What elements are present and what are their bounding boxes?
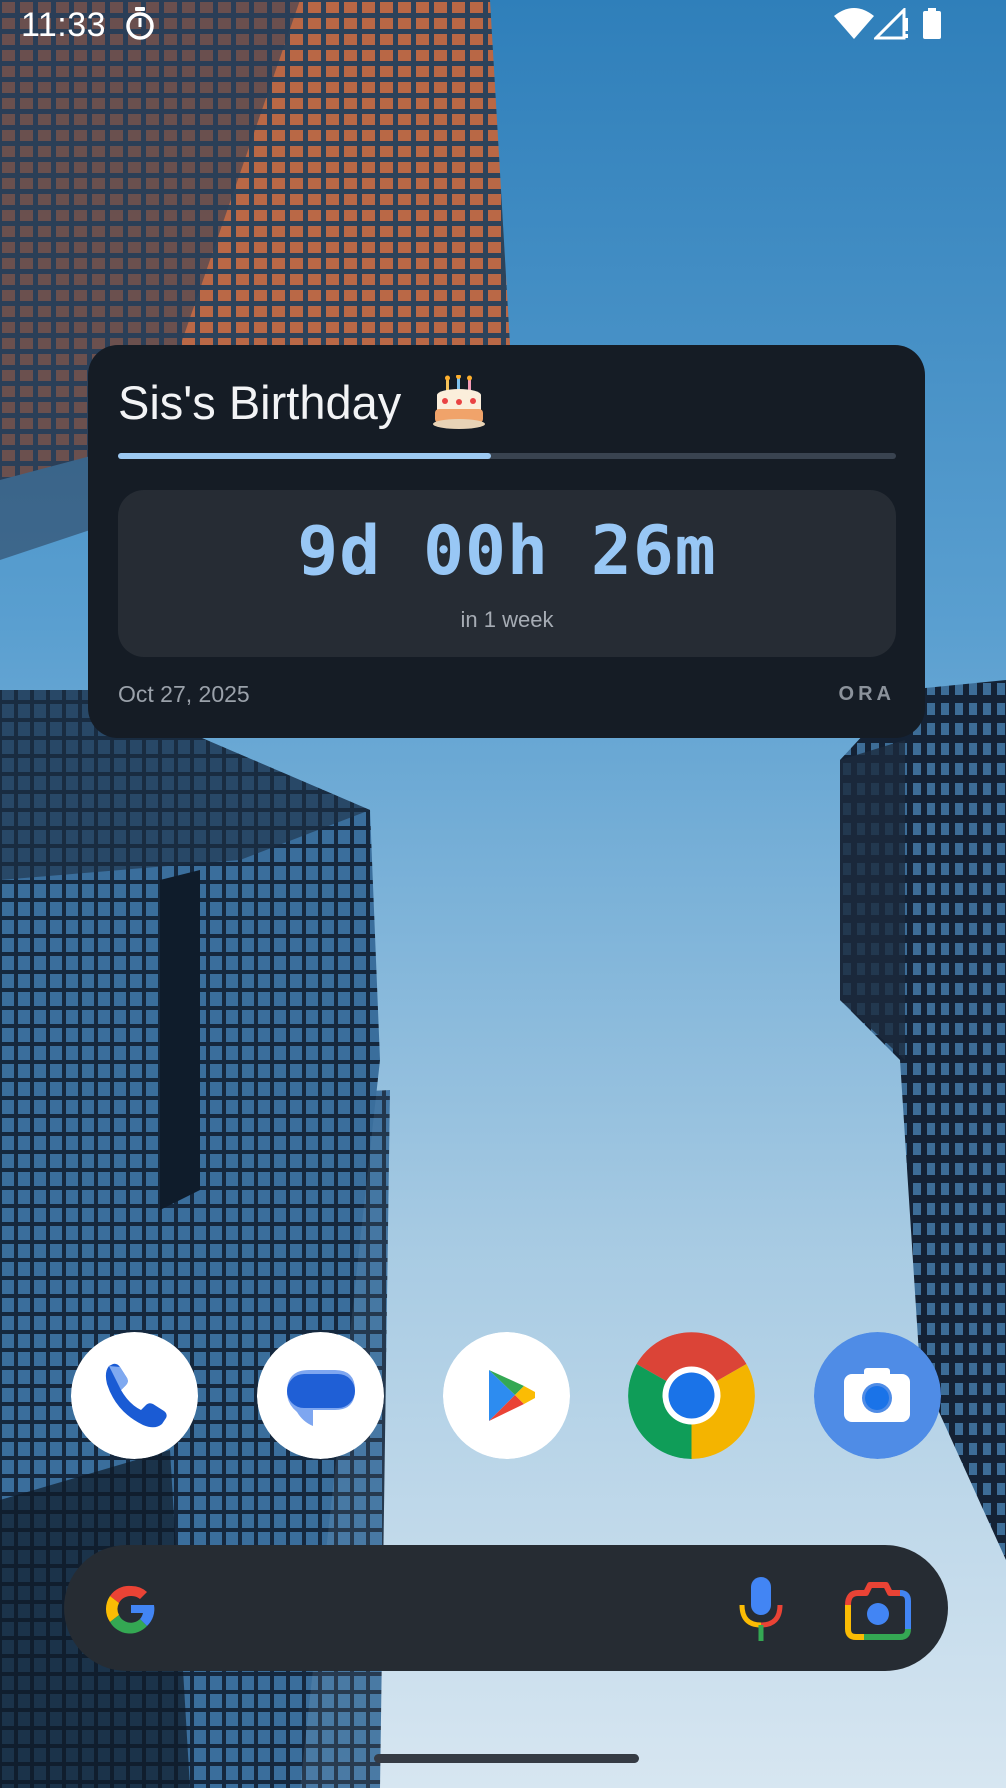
- countdown-value: 9d 00h 26m: [297, 512, 717, 591]
- google-g-icon[interactable]: [102, 1580, 160, 1638]
- camera-app[interactable]: [814, 1332, 941, 1459]
- timer-icon: [126, 7, 154, 40]
- phone-app[interactable]: [71, 1332, 198, 1459]
- widget-title: Sis's Birthday: [118, 376, 402, 429]
- countdown-panel: 9d 00h 26m in 1 week: [118, 490, 896, 657]
- wallpaper: [0, 0, 1006, 1788]
- widget-brand: ORA: [838, 683, 895, 705]
- countdown-widget[interactable]: Sis's Birthday 9d 00h 26m in 1 week Oct …: [88, 345, 925, 738]
- battery-icon: [923, 8, 941, 39]
- google-search-bar[interactable]: [64, 1545, 948, 1671]
- status-time: 11:33: [21, 6, 107, 44]
- play-store-icon: [443, 1332, 570, 1459]
- google-lens-icon[interactable]: [844, 1577, 912, 1641]
- countdown-relative: in 1 week: [460, 607, 554, 632]
- camera-icon: [814, 1332, 941, 1459]
- home-indicator[interactable]: [374, 1754, 639, 1763]
- cake-icon: [433, 375, 485, 429]
- progress-fill: [118, 453, 492, 459]
- event-date: Oct 27, 2025: [118, 681, 250, 707]
- wifi-icon: [834, 8, 874, 39]
- chrome-app[interactable]: [628, 1332, 755, 1459]
- progress-bar: [118, 453, 896, 459]
- messages-icon: [257, 1332, 384, 1459]
- status-bar: 11:33: [0, 0, 1006, 50]
- messages-app[interactable]: [257, 1332, 384, 1459]
- play-store-app[interactable]: [443, 1332, 570, 1459]
- microphone-icon[interactable]: [736, 1575, 786, 1643]
- signal-icon: [874, 8, 908, 40]
- chrome-icon: [628, 1332, 755, 1459]
- phone-icon: [71, 1332, 198, 1459]
